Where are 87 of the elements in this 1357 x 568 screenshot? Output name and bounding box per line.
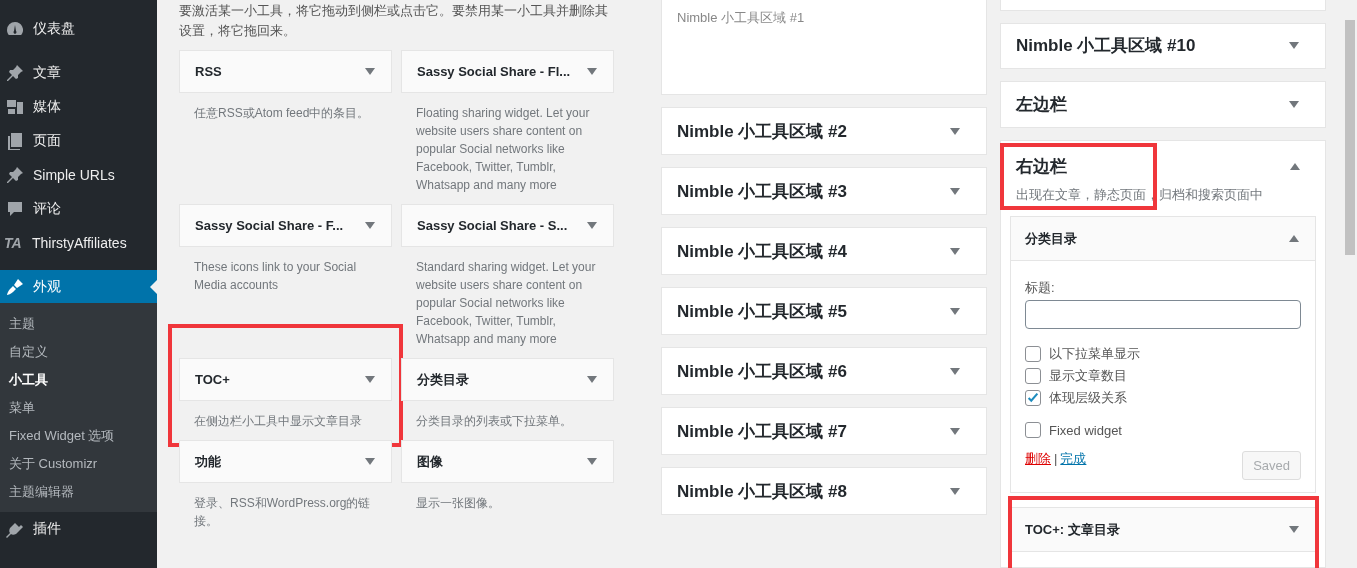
- checkbox-label: 体现层级关系: [1049, 389, 1127, 408]
- menu-item[interactable]: 页面: [0, 124, 157, 158]
- widget-description: 登录、RSS和WordPress.org的链接。: [193, 495, 372, 530]
- link-divider-text: |: [1054, 451, 1058, 467]
- caret-icon: [950, 247, 960, 255]
- submenu-item[interactable]: 关于 Customizr: [0, 450, 157, 478]
- area-description: 出现在文章，静态页面，归档和搜索页面中: [1015, 186, 1264, 205]
- menu-item[interactable]: TA ThirstyAffiliates: [0, 226, 157, 260]
- widget-header[interactable]: 分类目录: [1011, 217, 1315, 262]
- submenu-item[interactable]: 主题编辑器: [0, 478, 157, 506]
- caret-icon: [365, 376, 375, 383]
- menu-item[interactable]: Simple URLs: [0, 158, 157, 192]
- submenu-item[interactable]: 主题: [0, 310, 157, 338]
- submenu-item[interactable]: Fixed Widget 选项: [0, 422, 157, 450]
- caret-icon: [950, 307, 960, 315]
- caret-icon: [950, 427, 960, 435]
- checkbox[interactable]: [1025, 346, 1041, 363]
- widget-area-header[interactable]: 左边栏: [1000, 81, 1326, 129]
- menu-item[interactable]: 仪表盘: [0, 12, 157, 46]
- checkbox[interactable]: [1025, 422, 1041, 439]
- caret-icon: [1290, 163, 1300, 171]
- caret-icon: [950, 127, 960, 135]
- caret-icon: [1289, 42, 1299, 50]
- area-title[interactable]: 右边栏: [1016, 155, 1067, 179]
- instructions-text: 要激活某一小工具，将它拖动到侧栏或点击它。要禁用某一小工具并删除其设置，将它拖回来。: [179, 2, 609, 40]
- widget-area-header[interactable]: Nimble 小工具区域 #2: [661, 107, 987, 155]
- menu-item[interactable]: 文章: [0, 56, 157, 90]
- widget-area-header[interactable]: Nimble 小工具区域 #8: [661, 467, 987, 515]
- checkbox-label: 显示文章数目: [1049, 367, 1127, 386]
- checkbox-label: Fixed widget: [1049, 422, 1122, 438]
- widget-card[interactable]: TOC+: [179, 358, 392, 401]
- widget-description: 分类目录的列表或下拉菜单。: [415, 413, 573, 430]
- submenu-item[interactable]: 自定义: [0, 338, 157, 366]
- widget-description: 在侧边栏小工具中显示文章目录: [193, 413, 363, 430]
- widget-area-header[interactable]: Nimble 小工具区域 #10: [1000, 22, 1326, 70]
- field-label: 标题:: [1025, 279, 1056, 298]
- speech-bubble-icon: [5, 199, 25, 219]
- caret-icon: [950, 487, 960, 495]
- caret-icon: [587, 222, 597, 229]
- menu-item[interactable]: 外观: [0, 270, 157, 303]
- checkbox[interactable]: [1025, 368, 1041, 385]
- caret-icon: [365, 68, 375, 75]
- caret-icon: [587, 68, 597, 75]
- widget-card[interactable]: Sassy Social Share - S...: [401, 204, 614, 247]
- caret-icon: [365, 458, 375, 465]
- scrollbar-thumb[interactable]: [1345, 20, 1355, 255]
- widget-area-header[interactable]: Nimble 小工具区域 #7: [661, 407, 987, 455]
- caret-icon: [587, 376, 597, 383]
- widget-description: 任意RSS或Atom feed中的条目。: [193, 105, 371, 122]
- title-input[interactable]: [1025, 300, 1301, 330]
- widget-area-header[interactable]: Nimble 小工具区域 #4: [661, 227, 987, 275]
- widget-card[interactable]: Sassy Social Share - Fl...: [401, 50, 614, 93]
- pushpin-icon: [5, 63, 25, 83]
- widget-area-header[interactable]: Nimble 小工具区域 #3: [661, 167, 987, 215]
- menu-item[interactable]: 插件: [0, 512, 157, 546]
- widget-area-header[interactable]: Nimble 小工具区域 #5: [661, 287, 987, 335]
- paintbrush-icon: [5, 276, 25, 297]
- area-title: Nimble 小工具区域 #1: [677, 10, 805, 25]
- widget-area-header[interactable]: Nimble 小工具区域 #6: [661, 347, 987, 395]
- widget-card[interactable]: RSS: [179, 50, 392, 93]
- widget-card[interactable]: Sassy Social Share - F...: [179, 204, 392, 247]
- logo-icon: TA: [4, 235, 28, 251]
- menu-item[interactable]: 评论: [0, 192, 157, 226]
- delete-link[interactable]: 删除: [1025, 451, 1051, 467]
- pages-icon: [5, 131, 25, 151]
- checkbox[interactable]: [1025, 390, 1041, 407]
- widget-card[interactable]: 功能: [179, 440, 392, 483]
- widget-description: These icons link to your Social Media accounts: [193, 259, 358, 294]
- widget-card[interactable]: 图像: [401, 440, 614, 483]
- widget-description: Standard sharing widget. Let your website users share content on popular Social networks like Facebook, Twitter, Tumblr, Whatsapp and many more: [415, 259, 597, 348]
- menu-item[interactable]: 媒体: [0, 90, 157, 124]
- caret-icon: [365, 222, 375, 229]
- submenu-item[interactable]: 小工具: [0, 366, 157, 394]
- media-icon: [5, 97, 25, 117]
- checkbox-label: 以下拉菜单显示: [1049, 345, 1140, 364]
- caret-icon: [950, 367, 960, 375]
- caret-icon: [950, 187, 960, 195]
- widget-header[interactable]: TOC+: 文章目录: [1011, 508, 1315, 552]
- done-link[interactable]: 完成: [1060, 451, 1087, 467]
- widget-description: 显示一张图像。: [415, 495, 501, 512]
- caret-icon: [587, 458, 597, 465]
- pushpin-icon: [5, 165, 25, 185]
- caret-icon: [1289, 101, 1299, 109]
- widget-description: Floating sharing widget. Let your website users share content on popular Social networks like Facebook, Twitter, Tumblr, Whatsapp and many more: [415, 105, 591, 194]
- widget-card[interactable]: 分类目录: [401, 358, 614, 401]
- pointer-notch: [150, 280, 157, 294]
- submenu-item[interactable]: 菜单: [0, 394, 157, 422]
